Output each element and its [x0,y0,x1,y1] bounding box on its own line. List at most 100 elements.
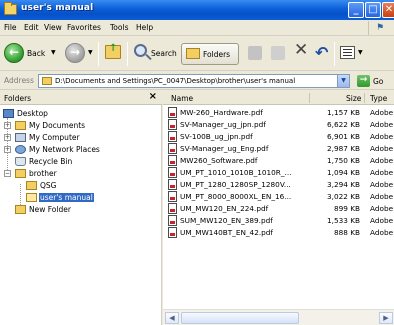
scroll-left-icon[interactable]: ◀ [165,312,179,324]
column-size[interactable]: Size [346,94,361,103]
move-to-icon[interactable] [248,46,262,60]
file-name: MW-260_Hardware.pdf [180,108,263,117]
folders-pane-title: Folders [4,94,32,103]
file-size: 6,901 KB [327,132,360,141]
file-row[interactable]: SV-Manager_ug_jpn.pdf 6,622 KB Adobe [163,119,394,131]
file-type: Adobe [370,132,394,141]
toolbar-separator [127,42,128,66]
expand-icon[interactable]: + [4,134,11,141]
back-dropdown-icon[interactable]: ▼ [51,49,56,56]
expand-icon[interactable]: + [4,122,11,129]
scroll-right-icon[interactable]: ▶ [379,312,393,324]
file-list-pane: Name Size Type MW-260_Hardware.pdf 1,157… [163,91,394,325]
file-size: 1,094 KB [327,168,360,177]
toolbar-separator [98,42,99,66]
address-bar: Address D:\Documents and Settings\PC_004… [0,72,394,90]
file-type: Adobe [370,108,394,117]
tree-line [20,184,21,205]
file-row[interactable]: UM_PT_1010_1010B_1010R_... 1,094 KB Adob… [163,167,394,179]
file-row[interactable]: SV-100B_ug_jpn.pdf 6,901 KB Adobe [163,131,394,143]
file-name: UM_MW120_EN_224.pdf [180,204,269,213]
address-label: Address [4,76,34,85]
file-row[interactable]: SUM_MW120_EN_389.pdf 1,533 KB Adobe [163,215,394,227]
tree-item-label: My Computer [29,133,80,142]
forward-dropdown-icon[interactable]: ▼ [88,49,93,56]
search-button[interactable]: Search [151,49,177,58]
file-name: SV-100B_ug_jpn.pdf [180,132,253,141]
copy-to-icon[interactable] [271,46,285,60]
pdf-file-icon [168,179,177,190]
pdf-file-icon [168,107,177,118]
tree-item-label: brother [29,169,57,178]
pdf-file-icon [168,227,177,238]
scrollbar-thumb[interactable] [181,312,299,324]
menu-favorites[interactable]: Favorites [67,23,101,32]
file-row[interactable]: UM_MW120_EN_224.pdf 899 KB Adobe [163,203,394,215]
file-name: SV-Manager_ug_Eng.pdf [180,144,269,153]
menu-view[interactable]: View [44,23,62,32]
file-type: Adobe [370,204,394,213]
views-dropdown-icon[interactable]: ▼ [358,49,363,56]
menu-bar: File Edit View Favorites Tools Help ⚑ [0,20,394,36]
toolbar: ← Back ▼ → ▼ ↑ Search Folders ✕ ↶ ▼ [0,37,394,71]
address-input[interactable]: D:\Documents and Settings\PC_0047\Deskto… [38,74,350,88]
pdf-file-icon [168,155,177,166]
file-type: Adobe [370,192,394,201]
column-divider[interactable] [309,93,310,103]
go-button[interactable]: → Go [357,75,393,88]
back-button[interactable]: Back [27,49,45,58]
expand-icon[interactable]: + [4,146,11,153]
back-arrow-icon[interactable]: ← [4,43,24,63]
file-size: 3,022 KB [327,192,360,201]
file-row[interactable]: UM_PT_1280_1280SP_1280V... 3,294 KB Adob… [163,179,394,191]
folder-up-icon[interactable]: ↑ [105,43,121,59]
column-header: Name Size Type [163,91,394,105]
file-name: UM_PT_1010_1010B_1010R_... [180,168,292,177]
title-bar[interactable]: user's manual _ □ ✕ [0,0,394,20]
delete-icon[interactable]: ✕ [294,42,308,59]
close-button[interactable]: ✕ [382,2,394,18]
menu-tools[interactable]: Tools [110,23,128,32]
file-type: Adobe [370,228,394,237]
file-row[interactable]: SV-Manager_ug_Eng.pdf 2,987 KB Adobe [163,143,394,155]
forward-arrow-icon[interactable]: → [65,43,85,63]
search-icon[interactable] [134,44,147,57]
menu-file[interactable]: File [4,23,17,32]
file-size: 1,750 KB [327,156,360,165]
tree-item-label: Recycle Bin [29,157,73,166]
my-documents-icon [15,121,26,130]
folder-icon [15,205,26,214]
column-divider[interactable] [364,93,365,103]
views-icon[interactable] [340,46,355,59]
menu-help[interactable]: Help [136,23,153,32]
tree-item-label: user's manual [39,193,94,202]
file-name: SUM_MW120_EN_389.pdf [180,216,273,225]
undo-icon[interactable]: ↶ [315,43,329,62]
pdf-file-icon [168,215,177,226]
folders-button[interactable]: Folders [181,43,239,65]
close-pane-icon[interactable]: × [149,91,157,102]
folder-icon [15,169,26,178]
horizontal-scrollbar[interactable]: ◀ ▶ [163,309,394,325]
folders-icon [186,48,200,59]
file-size: 6,622 KB [327,120,360,129]
recycle-bin-icon [15,157,26,166]
file-row[interactable]: UM_PT_8000_8000XL_EN_16... 3,022 KB Adob… [163,191,394,203]
file-size: 2,987 KB [327,144,360,153]
maximize-button[interactable]: □ [365,2,381,18]
file-row[interactable]: MW-260_Hardware.pdf 1,157 KB Adobe [163,107,394,119]
minimize-button[interactable]: _ [348,2,364,18]
collapse-icon[interactable]: − [4,170,11,177]
desktop-icon [3,109,14,118]
file-row[interactable]: UM_MW140BT_EN_42.pdf 888 KB Adobe [163,227,394,239]
tree-item-label: My Documents [29,121,86,130]
column-type[interactable]: Type [370,94,387,103]
explorer-window: user's manual _ □ ✕ File Edit View Favor… [0,0,394,325]
address-dropdown-icon[interactable]: ▼ [337,75,349,87]
pdf-file-icon [168,167,177,178]
file-row[interactable]: MW260_Software.pdf 1,750 KB Adobe [163,155,394,167]
file-name: UM_PT_8000_8000XL_EN_16... [180,192,292,201]
column-name[interactable]: Name [171,94,193,103]
go-arrow-icon: → [357,75,370,87]
menu-edit[interactable]: Edit [24,23,39,32]
